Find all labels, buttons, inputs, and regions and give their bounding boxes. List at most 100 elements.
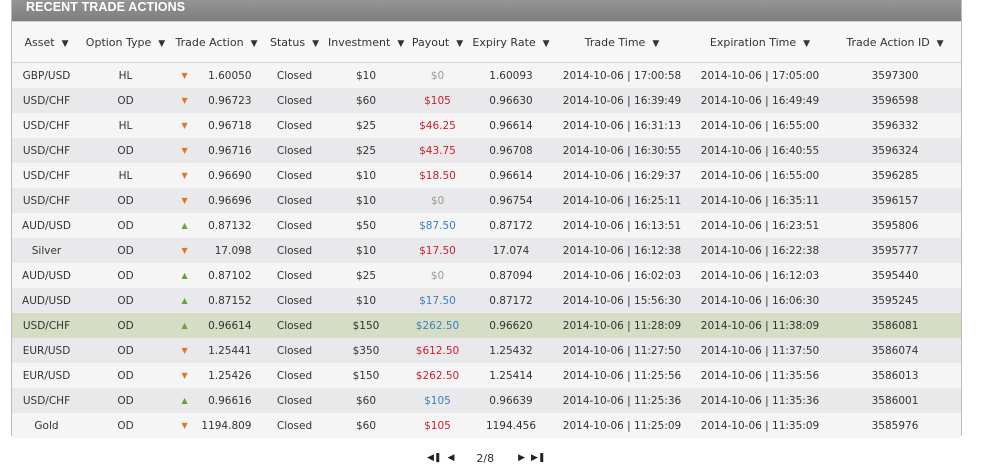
cell-asset: USD/CHF bbox=[12, 138, 81, 163]
cell-trade-action: ▼ 1.25441 bbox=[170, 338, 263, 363]
trade-actions-table: Asset ▼ Option Type ▼ Trade Action ▼ Status ▼ In… bbox=[12, 21, 961, 438]
cell-trade-action: ▲ 0.87102 bbox=[170, 263, 263, 288]
cell-expiration-time: 2014-10-06 | 16:49:49 bbox=[691, 88, 829, 113]
arrow-up-icon: ▲ bbox=[181, 221, 188, 231]
cell-trade-action-id: 3596157 bbox=[829, 188, 961, 213]
cell-payout: $18.50 bbox=[406, 163, 469, 188]
next-page-icon[interactable]: ▶ bbox=[518, 453, 525, 463]
table-row[interactable]: USD/CHF OD ▲ 0.96614 Closed $150 $262.50 0.9662… bbox=[12, 313, 961, 338]
cell-trade-action: ▼ 1194.809 bbox=[170, 413, 263, 438]
cell-asset: EUR/USD bbox=[12, 363, 81, 388]
table-row[interactable]: USD/CHF HL ▼ 0.96718 Closed $25 $46.25 0.96614 2… bbox=[12, 113, 961, 138]
cell-payout: $262.50 bbox=[406, 313, 469, 338]
table-row[interactable]: EUR/USD OD ▼ 1.25441 Closed $350 $612.50 1.2543… bbox=[12, 338, 961, 363]
cell-investment: $10 bbox=[326, 238, 406, 263]
table-row[interactable]: EUR/USD OD ▼ 1.25426 Closed $150 $262.50 1.2541… bbox=[12, 363, 961, 388]
trade-action-value: 0.96723 bbox=[208, 94, 252, 107]
cell-status: Closed bbox=[263, 388, 326, 413]
table-row[interactable]: AUD/USD OD ▲ 0.87152 Closed $10 $17.50 0.87172 2… bbox=[12, 288, 961, 313]
cell-expiration-time: 2014-10-06 | 16:06:30 bbox=[691, 288, 829, 313]
cell-investment: $60 bbox=[326, 388, 406, 413]
panel-title: RECENT TRADE ACTIONS bbox=[12, 0, 961, 21]
cell-payout: $105 bbox=[406, 88, 469, 113]
trade-action-value: 0.87102 bbox=[208, 269, 252, 282]
cell-option-type: OD bbox=[81, 263, 170, 288]
cell-status: Closed bbox=[263, 288, 326, 313]
column-header-status[interactable]: Status ▼ bbox=[263, 21, 326, 63]
trade-action-value: 0.87132 bbox=[208, 219, 252, 232]
cell-expiration-time: 2014-10-06 | 16:23:51 bbox=[691, 213, 829, 238]
cell-option-type: OD bbox=[81, 138, 170, 163]
column-header-payout[interactable]: Payout ▼ bbox=[406, 21, 469, 63]
column-header-option-type[interactable]: Option Type ▼ bbox=[81, 21, 170, 63]
cell-asset: EUR/USD bbox=[12, 338, 81, 363]
column-header-trade-time[interactable]: Trade Time ▼ bbox=[553, 21, 691, 63]
column-header-investment[interactable]: Investment ▼ bbox=[326, 21, 406, 63]
sort-caret-down-icon[interactable]: ▼ bbox=[456, 39, 463, 49]
cell-trade-action-id: 3586013 bbox=[829, 363, 961, 388]
column-header-expiration-time[interactable]: Expiration Time ▼ bbox=[691, 21, 829, 63]
cell-expiration-time: 2014-10-06 | 16:22:38 bbox=[691, 238, 829, 263]
cell-status: Closed bbox=[263, 138, 326, 163]
table-row[interactable]: USD/CHF OD ▼ 0.96723 Closed $60 $105 0.96630 201… bbox=[12, 88, 961, 113]
cell-expiry-rate: 0.96614 bbox=[469, 163, 553, 188]
column-header-trade-action-id[interactable]: Trade Action ID ▼ bbox=[829, 21, 961, 63]
cell-option-type: OD bbox=[81, 213, 170, 238]
column-header-asset[interactable]: Asset ▼ bbox=[12, 21, 81, 63]
cell-expiration-time: 2014-10-06 | 11:35:36 bbox=[691, 388, 829, 413]
last-page-icon[interactable]: ▶❚ bbox=[531, 453, 545, 463]
table-row[interactable]: USD/CHF HL ▼ 0.96690 Closed $10 $18.50 0.96614 2… bbox=[12, 163, 961, 188]
table-row[interactable]: USD/CHF OD ▼ 0.96716 Closed $25 $43.75 0.96708 2… bbox=[12, 138, 961, 163]
cell-status: Closed bbox=[263, 263, 326, 288]
sort-caret-down-icon[interactable]: ▼ bbox=[62, 39, 69, 49]
cell-status: Closed bbox=[263, 413, 326, 438]
column-header-expiry-rate[interactable]: Expiry Rate ▼ bbox=[469, 21, 553, 63]
cell-payout: $43.75 bbox=[406, 138, 469, 163]
sort-caret-down-icon[interactable]: ▼ bbox=[803, 39, 810, 49]
table-row[interactable]: USD/CHF OD ▲ 0.96616 Closed $60 $105 0.96639 201… bbox=[12, 388, 961, 413]
sort-caret-down-icon[interactable]: ▼ bbox=[652, 39, 659, 49]
sort-caret-down-icon[interactable]: ▼ bbox=[397, 39, 404, 49]
cell-expiry-rate: 0.96754 bbox=[469, 188, 553, 213]
cell-asset: AUD/USD bbox=[12, 263, 81, 288]
cell-investment: $10 bbox=[326, 288, 406, 313]
cell-payout: $612.50 bbox=[406, 338, 469, 363]
table-row[interactable]: GBP/USD HL ▼ 1.60050 Closed $10 $0 1.60093 2014-… bbox=[12, 62, 961, 88]
cell-payout: $46.25 bbox=[406, 113, 469, 138]
cell-asset: USD/CHF bbox=[12, 388, 81, 413]
arrow-up-icon: ▲ bbox=[181, 321, 188, 331]
cell-expiry-rate: 0.96620 bbox=[469, 313, 553, 338]
cell-trade-action-id: 3586081 bbox=[829, 313, 961, 338]
first-page-icon[interactable]: ◀❚ bbox=[427, 453, 441, 463]
sort-caret-down-icon[interactable]: ▼ bbox=[312, 39, 319, 49]
cell-investment: $150 bbox=[326, 363, 406, 388]
cell-trade-action: ▼ 0.96690 bbox=[170, 163, 263, 188]
cell-trade-time: 2014-10-06 | 17:00:58 bbox=[553, 62, 691, 88]
cell-investment: $10 bbox=[326, 62, 406, 88]
cell-expiration-time: 2014-10-06 | 11:35:09 bbox=[691, 413, 829, 438]
cell-status: Closed bbox=[263, 62, 326, 88]
cell-investment: $25 bbox=[326, 113, 406, 138]
table-row[interactable]: AUD/USD OD ▲ 0.87132 Closed $50 $87.50 0.87172 2… bbox=[12, 213, 961, 238]
sort-caret-down-icon[interactable]: ▼ bbox=[158, 39, 165, 49]
cell-status: Closed bbox=[263, 88, 326, 113]
sort-caret-down-icon[interactable]: ▼ bbox=[543, 39, 550, 49]
cell-expiry-rate: 1.25414 bbox=[469, 363, 553, 388]
table-body: GBP/USD HL ▼ 1.60050 Closed $10 $0 1.60093 2014-… bbox=[12, 62, 961, 438]
cell-trade-action: ▼ 0.96723 bbox=[170, 88, 263, 113]
table-row[interactable]: AUD/USD OD ▲ 0.87102 Closed $25 $0 0.87094 2014-… bbox=[12, 263, 961, 288]
cell-trade-time: 2014-10-06 | 16:12:38 bbox=[553, 238, 691, 263]
cell-expiration-time: 2014-10-06 | 17:05:00 bbox=[691, 62, 829, 88]
table-row[interactable]: Gold OD ▼ 1194.809 Closed $60 $105 1194.456 2014… bbox=[12, 413, 961, 438]
cell-trade-time: 2014-10-06 | 11:25:09 bbox=[553, 413, 691, 438]
table-row[interactable]: Silver OD ▼ 17.098 Closed $10 $17.50 17.074 2014… bbox=[12, 238, 961, 263]
sort-caret-down-icon[interactable]: ▼ bbox=[251, 39, 258, 49]
column-header-trade-action[interactable]: Trade Action ▼ bbox=[170, 21, 263, 63]
sort-caret-down-icon[interactable]: ▼ bbox=[937, 39, 944, 49]
prev-page-icon[interactable]: ◀ bbox=[447, 453, 454, 463]
table-row[interactable]: USD/CHF OD ▼ 0.96696 Closed $10 $0 0.96754 2014-… bbox=[12, 188, 961, 213]
cell-status: Closed bbox=[263, 363, 326, 388]
cell-option-type: OD bbox=[81, 238, 170, 263]
cell-option-type: OD bbox=[81, 188, 170, 213]
cell-option-type: OD bbox=[81, 388, 170, 413]
